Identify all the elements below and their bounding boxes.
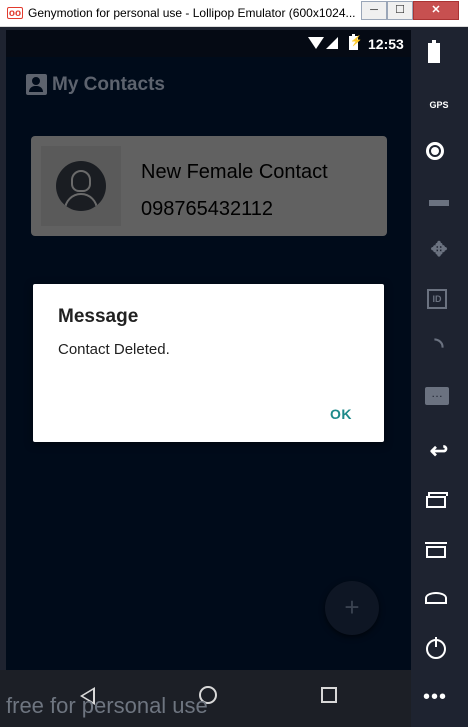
- sms-icon[interactable]: …: [425, 387, 449, 405]
- gps-icon[interactable]: GPS: [423, 89, 455, 121]
- watermark: free for personal use: [6, 693, 208, 718]
- network-icon[interactable]: ◝: [423, 330, 455, 362]
- power-icon[interactable]: [426, 637, 446, 659]
- charging-icon: ⚡: [350, 36, 363, 47]
- emulator-sidebar: GPS ▬ ✥ ID ◝ … ↩ •••: [411, 27, 468, 727]
- status-bar: ⚡ 12:53: [6, 30, 411, 57]
- window-title-bar: oo Genymotion for personal use - Lollipo…: [0, 0, 468, 27]
- female-avatar-icon: [56, 161, 106, 211]
- ok-button[interactable]: OK: [321, 402, 361, 426]
- minimize-button[interactable]: ─: [361, 1, 387, 20]
- dialog-title: Message: [58, 306, 139, 327]
- contact-phone: 098765432112: [141, 198, 273, 220]
- device-id-icon[interactable]: ID: [427, 289, 447, 309]
- recent-apps-button-icon[interactable]: [426, 496, 446, 508]
- contact-card[interactable]: New Female Contact 098765432112: [31, 136, 387, 236]
- home-button-icon[interactable]: [425, 592, 447, 604]
- signal-icon: [326, 37, 338, 49]
- genymotion-logo-icon: oo: [7, 7, 23, 19]
- app-title: My Contacts: [52, 74, 165, 95]
- close-button[interactable]: ✕: [413, 1, 459, 20]
- app-bar: My Contacts: [6, 57, 411, 113]
- wifi-icon: [308, 37, 324, 49]
- recent-apps-icon[interactable]: [321, 687, 337, 703]
- clapper-icon[interactable]: ▬: [423, 184, 455, 216]
- back-button-icon[interactable]: ↩: [423, 435, 455, 467]
- maximize-button[interactable]: ☐: [387, 1, 413, 20]
- menu-icon-top: [425, 542, 447, 544]
- avatar-frame: [41, 146, 121, 226]
- contacts-icon: [26, 74, 47, 95]
- add-contact-button[interactable]: +: [325, 581, 379, 635]
- status-clock: 12:53: [368, 36, 404, 52]
- emulator-frame: ⚡ 12:53 My Contacts New Female Contact 0…: [0, 27, 468, 727]
- contact-name: New Female Contact: [141, 161, 328, 183]
- more-options-icon[interactable]: •••: [423, 687, 453, 707]
- menu-button-icon[interactable]: [426, 546, 446, 558]
- dialog-message: Contact Deleted.: [58, 341, 170, 358]
- battery-widget-icon[interactable]: [428, 40, 440, 63]
- message-dialog: Message Contact Deleted. OK: [33, 284, 384, 442]
- window-title: Genymotion for personal use - Lollipop E…: [28, 6, 356, 20]
- webcam-icon[interactable]: [426, 142, 444, 160]
- remote-control-icon[interactable]: ✥: [423, 234, 455, 266]
- device-screen: ⚡ 12:53 My Contacts New Female Contact 0…: [6, 30, 411, 670]
